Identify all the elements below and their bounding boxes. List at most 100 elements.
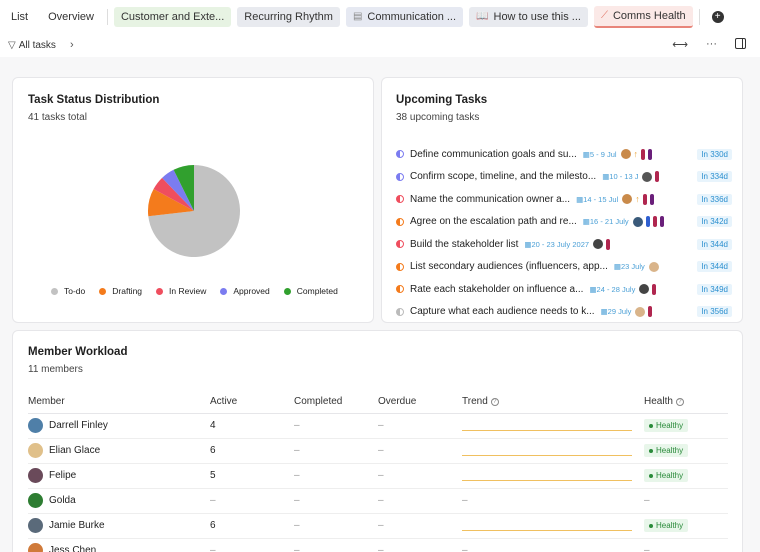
avatar[interactable] bbox=[622, 194, 633, 205]
table-row[interactable]: Jamie Burke 6– – Healthy bbox=[28, 513, 728, 539]
tab-overview[interactable]: Overview bbox=[41, 7, 101, 27]
task-due-date: ▦24 - 28 July bbox=[589, 285, 635, 294]
tab-label: Communication ... bbox=[367, 10, 457, 23]
avatar[interactable] bbox=[639, 284, 650, 295]
legend-item-completed[interactable]: Completed bbox=[283, 286, 338, 296]
overdue-count: – bbox=[378, 463, 462, 489]
col-overdue[interactable]: Overdue bbox=[378, 391, 462, 414]
task-name[interactable]: Confirm scope, timeline, and the milesto… bbox=[410, 171, 596, 182]
active-count: 5 bbox=[210, 463, 294, 489]
col-health[interactable]: Health? bbox=[644, 391, 728, 414]
member-cell[interactable]: Jess Chen bbox=[28, 538, 210, 552]
col-active[interactable]: Active bbox=[210, 391, 294, 414]
task-name[interactable]: Capture what each audience needs to k... bbox=[410, 306, 595, 317]
card-subtitle: 38 upcoming tasks bbox=[396, 112, 480, 123]
filter-icon[interactable]: ▽ bbox=[8, 40, 16, 51]
member-name: Jess Chen bbox=[49, 545, 97, 552]
status-icon[interactable] bbox=[396, 195, 404, 204]
status-icon[interactable] bbox=[396, 172, 404, 181]
member: Darrell Finley bbox=[28, 418, 210, 433]
status-icon[interactable] bbox=[396, 262, 404, 271]
task-name[interactable]: Name the communication owner a... bbox=[410, 194, 570, 205]
task-row[interactable]: Rate each stakeholder on influence a... ▦… bbox=[396, 278, 732, 301]
task-row[interactable]: Build the stakeholder list ▦20 - 23 July … bbox=[396, 233, 732, 256]
member-cell[interactable]: Jamie Burke bbox=[28, 513, 210, 539]
status-icon[interactable] bbox=[396, 240, 404, 249]
tab-comms-health[interactable]: ⟋ Comms Health bbox=[593, 5, 693, 28]
help-icon[interactable]: ? bbox=[490, 397, 499, 406]
completed-count: – bbox=[294, 488, 378, 514]
chevron-right-icon[interactable]: › bbox=[70, 39, 74, 51]
status-icon[interactable] bbox=[396, 150, 404, 159]
member-cell[interactable]: Felipe bbox=[28, 463, 210, 489]
tab-list[interactable]: List bbox=[4, 7, 35, 27]
legend-item-drafting[interactable]: Drafting bbox=[99, 286, 142, 296]
status-icon[interactable] bbox=[396, 307, 404, 316]
avatar[interactable] bbox=[593, 239, 604, 250]
table-row[interactable]: Darrell Finley 4– – Healthy bbox=[28, 413, 728, 439]
member: Jess Chen bbox=[28, 543, 210, 552]
legend-item-in-review[interactable]: In Review bbox=[156, 286, 206, 296]
days-until-badge: In 349d bbox=[697, 283, 732, 295]
task-assignees bbox=[632, 216, 664, 228]
trend-cell bbox=[462, 513, 644, 539]
active-count: 4 bbox=[210, 413, 294, 439]
table-row[interactable]: Golda – – – – – bbox=[28, 488, 728, 514]
task-name[interactable]: Define communication goals and su... bbox=[410, 149, 577, 160]
health-badge: Healthy bbox=[644, 444, 689, 457]
avatar bbox=[28, 468, 43, 483]
legend-item-to-do[interactable]: To-do bbox=[51, 286, 85, 296]
member-cell[interactable]: Darrell Finley bbox=[28, 413, 210, 439]
tab-communication[interactable]: ▤ Communication ... bbox=[345, 6, 464, 27]
member-cell[interactable]: Golda bbox=[28, 488, 210, 514]
table-row[interactable]: Felipe 5– – Healthy bbox=[28, 463, 728, 489]
col-member[interactable]: Member bbox=[28, 391, 210, 414]
member-name: Felipe bbox=[49, 470, 77, 481]
task-row[interactable]: List secondary audiences (influencers, a… bbox=[396, 256, 732, 279]
legend-item-approved[interactable]: Approved bbox=[220, 286, 270, 296]
task-row[interactable]: Define communication goals and su... ▦5 -… bbox=[396, 143, 732, 166]
more-options-icon[interactable]: ··· bbox=[706, 38, 717, 51]
col-completed[interactable]: Completed bbox=[294, 391, 378, 414]
task-name[interactable]: Build the stakeholder list bbox=[410, 239, 518, 250]
task-name[interactable]: Agree on the escalation path and re... bbox=[410, 216, 577, 227]
tab-how-to-use-this[interactable]: 📖 How to use this ... bbox=[469, 6, 588, 27]
task-name[interactable]: Rate each stakeholder on influence a... bbox=[410, 284, 583, 295]
task-row[interactable]: Confirm scope, timeline, and the milesto… bbox=[396, 166, 732, 189]
workload-table: Member Active Completed Overdue Trend? H… bbox=[28, 391, 728, 552]
task-due-date: ▦14 - 15 Jul bbox=[576, 195, 618, 204]
avatar[interactable] bbox=[620, 149, 631, 160]
member-workload-card: Member Workload 11 members Member Active… bbox=[12, 330, 743, 552]
table-row[interactable]: Elian Glace 6– – Healthy bbox=[28, 438, 728, 464]
task-row[interactable]: Agree on the escalation path and re... ▦1… bbox=[396, 211, 732, 234]
avatar[interactable] bbox=[632, 216, 643, 227]
member-cell[interactable]: Elian Glace bbox=[28, 438, 210, 464]
tab-label: Comms Health bbox=[612, 9, 686, 22]
tab-label: How to use this ... bbox=[493, 10, 581, 23]
status-icon[interactable] bbox=[396, 285, 404, 294]
task-name[interactable]: List secondary audiences (influencers, a… bbox=[410, 261, 608, 272]
tab-divider bbox=[698, 8, 700, 25]
trend-cell bbox=[462, 438, 644, 464]
health-cell: – bbox=[644, 488, 728, 514]
tab-customer-and-exte[interactable]: Customer and Exte... bbox=[113, 6, 232, 27]
side-panel-icon[interactable] bbox=[735, 38, 746, 49]
member-name: Darrell Finley bbox=[49, 420, 108, 431]
member: Golda bbox=[28, 493, 210, 508]
task-row[interactable]: Capture what each audience needs to k...… bbox=[396, 301, 732, 323]
filter-label[interactable]: All tasks bbox=[19, 40, 56, 51]
task-row[interactable]: Name the communication owner a... ▦14 - 1… bbox=[396, 188, 732, 211]
legend-swatch bbox=[99, 287, 107, 295]
tab-recurring-rhythm[interactable]: Recurring Rhythm bbox=[237, 6, 340, 27]
add-tab-icon[interactable]: + bbox=[711, 10, 724, 23]
help-icon[interactable]: ? bbox=[675, 397, 684, 406]
table-row[interactable]: Jess Chen – – – – – bbox=[28, 538, 728, 552]
avatar[interactable] bbox=[635, 306, 646, 317]
avatar[interactable] bbox=[648, 261, 659, 272]
calendar-icon: ▦ bbox=[524, 239, 532, 249]
avatar[interactable] bbox=[642, 171, 653, 182]
fit-width-icon[interactable]: ⟷ bbox=[672, 38, 688, 51]
status-icon[interactable] bbox=[396, 217, 404, 226]
tag-pill bbox=[642, 193, 647, 205]
col-trend[interactable]: Trend? bbox=[462, 391, 644, 414]
